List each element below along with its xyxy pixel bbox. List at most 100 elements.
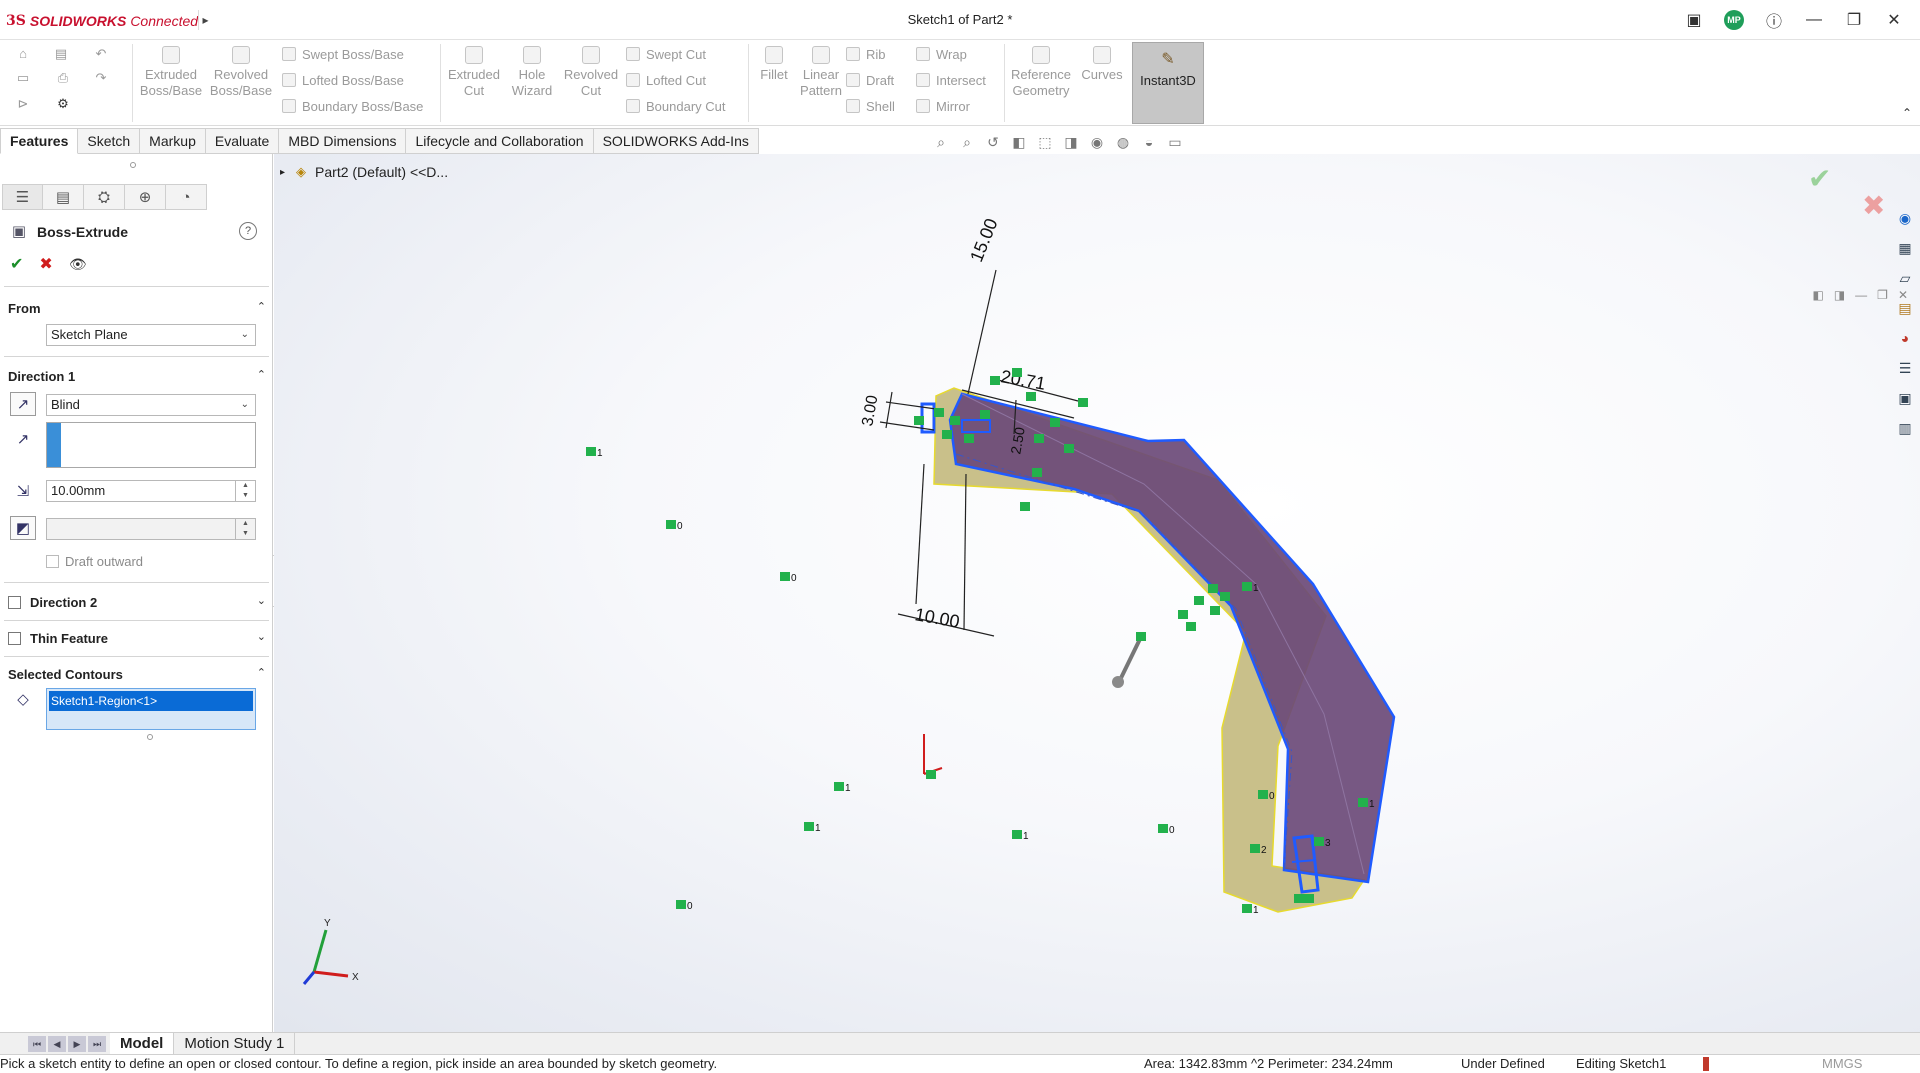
solidworks-resources-icon[interactable]: ◉ (1894, 206, 1916, 230)
save-icon[interactable]: ▤ (52, 46, 70, 62)
user-avatar[interactable]: MP (1714, 8, 1754, 32)
menu-expand-arrow-icon[interactable]: ▸ (198, 10, 212, 30)
prev-tab-icon[interactable]: ◀ (48, 1036, 66, 1052)
relation-tag[interactable]: 1 (1253, 583, 1259, 594)
dimension-20-71[interactable]: 20.71 (999, 366, 1047, 394)
home-icon[interactable]: ⌂ (14, 46, 32, 62)
tab-lifecycle[interactable]: Lifecycle and Collaboration (406, 128, 594, 154)
solidworks-logo[interactable]: 3S SOLIDWORKS Connected (6, 10, 198, 32)
minimize-icon[interactable]: — (1794, 8, 1834, 32)
relation-tag[interactable]: 2 (1261, 845, 1267, 856)
reverse-direction-icon[interactable]: ↗ (10, 392, 36, 416)
tile-right-icon[interactable]: ◨ (1834, 288, 1845, 302)
reference-geometry-button[interactable]: Reference Geometry (1008, 46, 1074, 99)
confirm-cancel-icon[interactable]: ✖ (1862, 189, 1885, 222)
expand-arrow-icon[interactable]: ▸ (280, 167, 285, 178)
selected-contours-list[interactable]: Sketch1-Region<1> (46, 688, 256, 730)
design-library-icon[interactable]: ▦ (1894, 236, 1916, 260)
panel-grip[interactable] (130, 162, 136, 168)
detailed-preview-eye-icon[interactable]: 👁 (69, 256, 87, 273)
mirror-button[interactable]: Mirror (916, 96, 970, 116)
extruded-boss-button[interactable]: Extruded Boss/Base (138, 46, 204, 99)
rebuild-indicator-icon[interactable] (1703, 1057, 1709, 1071)
cancel-x-icon[interactable]: ✖ (39, 254, 52, 274)
tab-addins[interactable]: SOLIDWORKS Add-Ins (593, 128, 759, 154)
viewport-restore-icon[interactable]: ❐ (1877, 288, 1888, 302)
draft-button[interactable]: Draft (846, 70, 894, 90)
intersect-button[interactable]: Intersect (916, 70, 986, 90)
swept-boss-button[interactable]: Swept Boss/Base (282, 44, 404, 64)
section-view-icon[interactable]: ◧ (1008, 132, 1030, 152)
zoom-to-area-icon[interactable]: ⌕ (956, 132, 978, 152)
file-explorer-icon[interactable]: ▱ (1894, 266, 1916, 290)
terminal-icon[interactable]: ▣ (1674, 8, 1714, 32)
depth-input[interactable]: 10.00mm ▲ ▼ (46, 480, 256, 502)
draft-outward-checkbox[interactable]: Draft outward (46, 554, 143, 569)
view-palette-icon[interactable]: ▤ (1894, 296, 1916, 320)
instant3d-button[interactable]: ✎ Instant3D (1132, 42, 1204, 124)
viewport-minimize-icon[interactable]: — (1855, 288, 1867, 302)
selected-contours-section-header[interactable]: Selected Contours ⌃ (8, 664, 266, 684)
hide-show-items-icon[interactable]: ◉ (1086, 132, 1108, 152)
relation-tag[interactable]: 1 (845, 783, 851, 794)
configuration-manager-tab-icon[interactable]: ⛭ (84, 184, 125, 210)
display-style-icon[interactable]: ◨ (1060, 132, 1082, 152)
lofted-cut-button[interactable]: Lofted Cut (626, 70, 706, 90)
shell-button[interactable]: Shell (846, 96, 895, 116)
status-units[interactable]: MMGS (1822, 1055, 1862, 1073)
revolved-boss-button[interactable]: Revolved Boss/Base (208, 46, 274, 99)
dimension-15[interactable]: 15.00 (966, 216, 1001, 265)
drag-handle-icon[interactable] (1112, 676, 1124, 688)
curves-button[interactable]: Curves (1078, 46, 1126, 83)
view-orientation-icon[interactable]: ⬚ (1034, 132, 1056, 152)
toolbox-icon[interactable]: ▥ (1894, 416, 1916, 440)
relation-tag[interactable]: 0 (677, 521, 683, 532)
tile-left-icon[interactable]: ◧ (1812, 288, 1823, 302)
new-document-icon[interactable]: ▭ (14, 70, 32, 86)
relation-tag[interactable]: 1 (1369, 799, 1375, 810)
spin-arrows-icon[interactable]: ▲ ▼ (235, 481, 255, 501)
tab-sketch[interactable]: Sketch (78, 128, 141, 154)
swept-cut-button[interactable]: Swept Cut (626, 44, 706, 64)
boundary-boss-button[interactable]: Boundary Boss/Base (282, 96, 423, 116)
tab-markup[interactable]: Markup (140, 128, 206, 154)
graphics-area[interactable]: 15.00 20.71 3.00 2.50 10.00 1 0 0 1 1 1 … (274, 154, 1920, 1032)
thin-feature-section-header[interactable]: Thin Feature ⌄ (8, 628, 266, 648)
relation-tag[interactable]: 1 (1023, 831, 1029, 842)
relation-tag[interactable]: 0 (1269, 791, 1275, 802)
list-resize-grip[interactable] (147, 734, 153, 740)
revolved-cut-button[interactable]: Revolved Cut (562, 46, 620, 99)
edit-appearance-icon[interactable]: ◍ (1112, 132, 1134, 152)
view-settings-icon[interactable]: ▭ (1164, 132, 1186, 152)
tab-model[interactable]: Model (110, 1033, 175, 1055)
dimension-10[interactable]: 10.00 (913, 604, 961, 632)
lofted-boss-button[interactable]: Lofted Boss/Base (282, 70, 404, 90)
options-gear-icon[interactable]: ⚙ (54, 96, 72, 112)
end-condition-select[interactable]: Blind ⌄ (46, 394, 256, 416)
relation-tag[interactable]: 0 (791, 573, 797, 584)
from-section-header[interactable]: From ⌃ (8, 298, 266, 318)
relation-tag[interactable]: 3 (1325, 838, 1331, 849)
undo-icon[interactable]: ↶ (92, 46, 110, 62)
rib-button[interactable]: Rib (846, 44, 886, 64)
open-icon[interactable]: ⊳ (14, 96, 32, 112)
dimension-3[interactable]: 3.00 (859, 394, 881, 428)
relation-tag[interactable]: 1 (815, 823, 821, 834)
next-tab-icon[interactable]: ▶ (68, 1036, 86, 1052)
custom-properties-icon[interactable]: ☰ (1894, 356, 1916, 380)
thin-feature-checkbox[interactable] (8, 631, 21, 645)
fillet-button[interactable]: Fillet (752, 46, 796, 83)
relation-tag[interactable]: 0 (687, 901, 693, 912)
direction1-section-header[interactable]: Direction 1 ⌃ (8, 366, 266, 386)
dimxpert-tab-icon[interactable]: ⊕ (125, 184, 166, 210)
boundary-cut-button[interactable]: Boundary Cut (626, 96, 726, 116)
zoom-to-fit-icon[interactable]: ⌕ (930, 132, 952, 152)
last-tab-icon[interactable]: ⏭ (88, 1036, 106, 1052)
tab-features[interactable]: Features (0, 128, 79, 154)
collapse-ribbon-icon[interactable]: ⌃ (1902, 106, 1912, 120)
ok-check-icon[interactable]: ✔ (10, 254, 23, 274)
direction2-checkbox[interactable] (8, 595, 21, 609)
relation-tag[interactable]: 1 (597, 448, 603, 459)
help-icon[interactable]: ⓘ (1754, 8, 1794, 32)
previous-view-icon[interactable]: ↺ (982, 132, 1004, 152)
